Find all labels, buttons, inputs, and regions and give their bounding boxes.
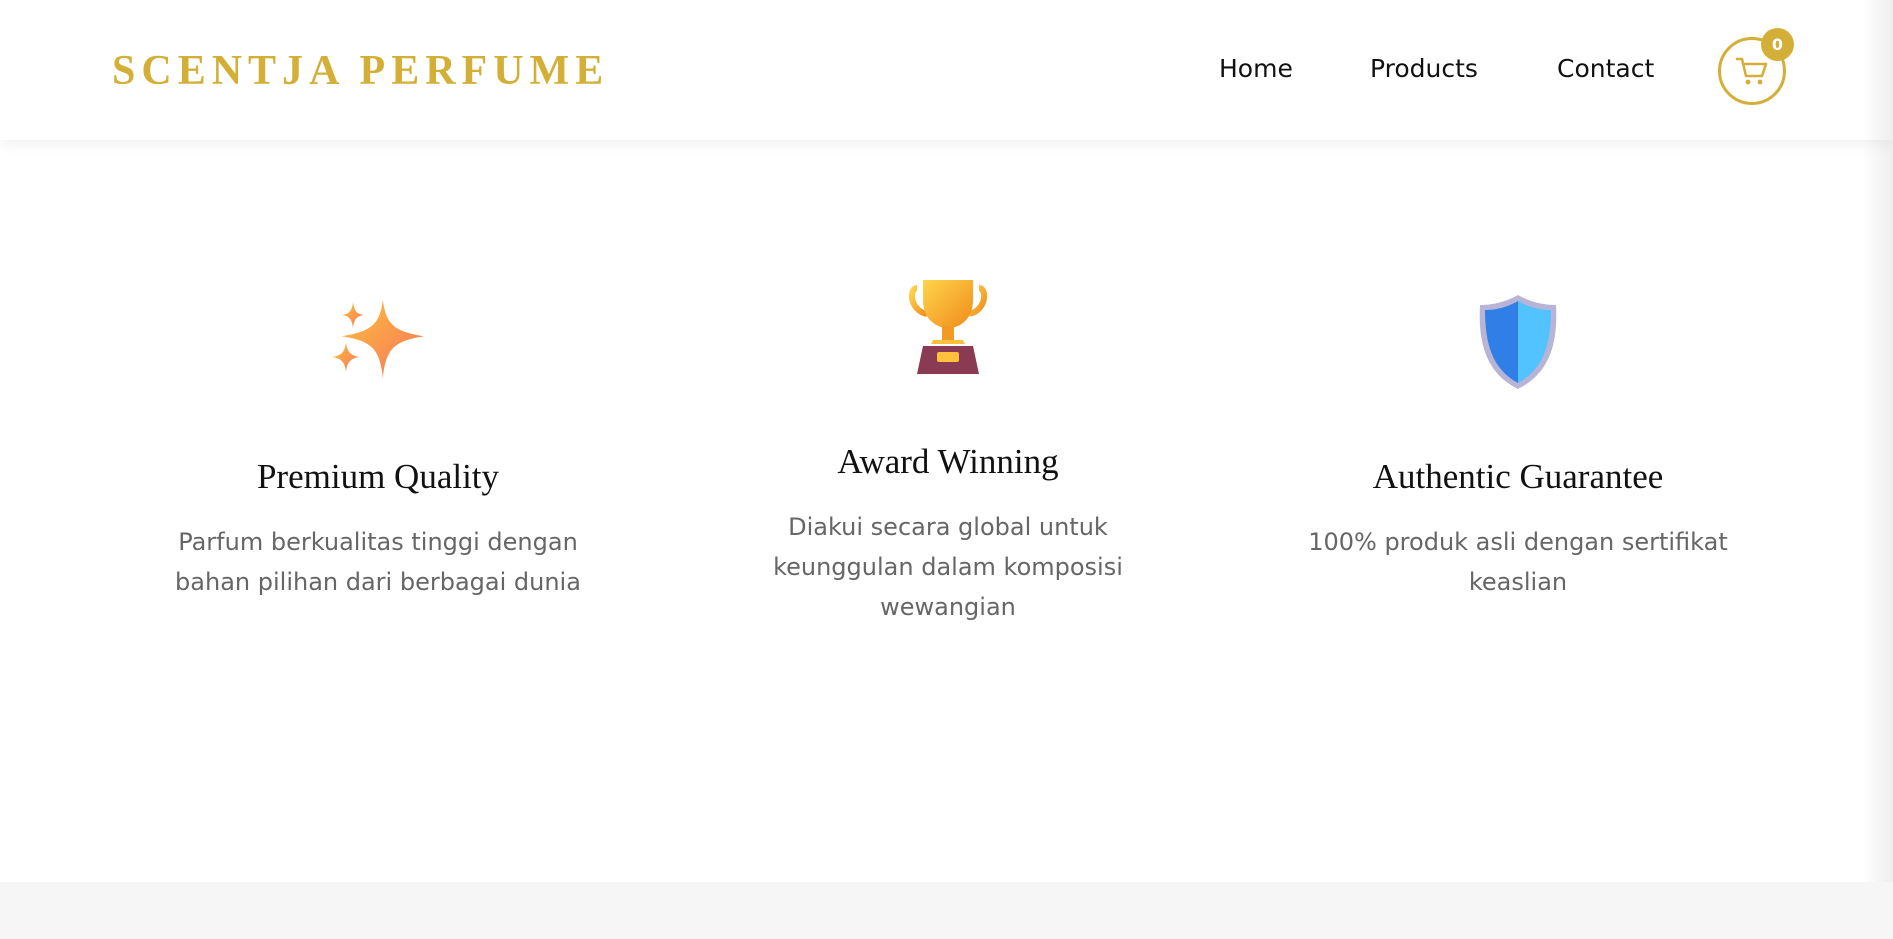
nav-products-link[interactable]: Products bbox=[1370, 53, 1478, 85]
feature-description: Parfum berkualitas tinggi dengan bahan p… bbox=[175, 528, 581, 596]
cart-count-badge: 0 bbox=[1761, 28, 1794, 61]
feature-title: Authentic Guarantee bbox=[1372, 457, 1664, 496]
scroll-edge-shadow bbox=[1863, 0, 1893, 882]
sparkles-icon bbox=[328, 294, 428, 386]
footer-band bbox=[0, 882, 1893, 939]
brand-logo[interactable]: SCENTJA PERFUME bbox=[112, 46, 609, 96]
shopping-cart-icon bbox=[1735, 55, 1769, 87]
nav-contact-link[interactable]: Contact bbox=[1557, 53, 1654, 85]
feature-description: 100% produk asli dengan sertifikat keasl… bbox=[1308, 528, 1728, 596]
site-header: SCENTJA PERFUME Home Products Contact 0 bbox=[0, 0, 1893, 140]
shield-icon bbox=[1476, 293, 1560, 391]
trophy-icon bbox=[907, 278, 989, 376]
feature-title: Premium Quality bbox=[256, 457, 500, 496]
feature-title: Award Winning bbox=[837, 442, 1059, 481]
nav-home-link[interactable]: Home bbox=[1219, 53, 1293, 85]
feature-description: Diakui secara global untuk keunggulan da… bbox=[773, 513, 1123, 621]
page: SCENTJA PERFUME Home Products Contact 0 bbox=[0, 0, 1893, 939]
